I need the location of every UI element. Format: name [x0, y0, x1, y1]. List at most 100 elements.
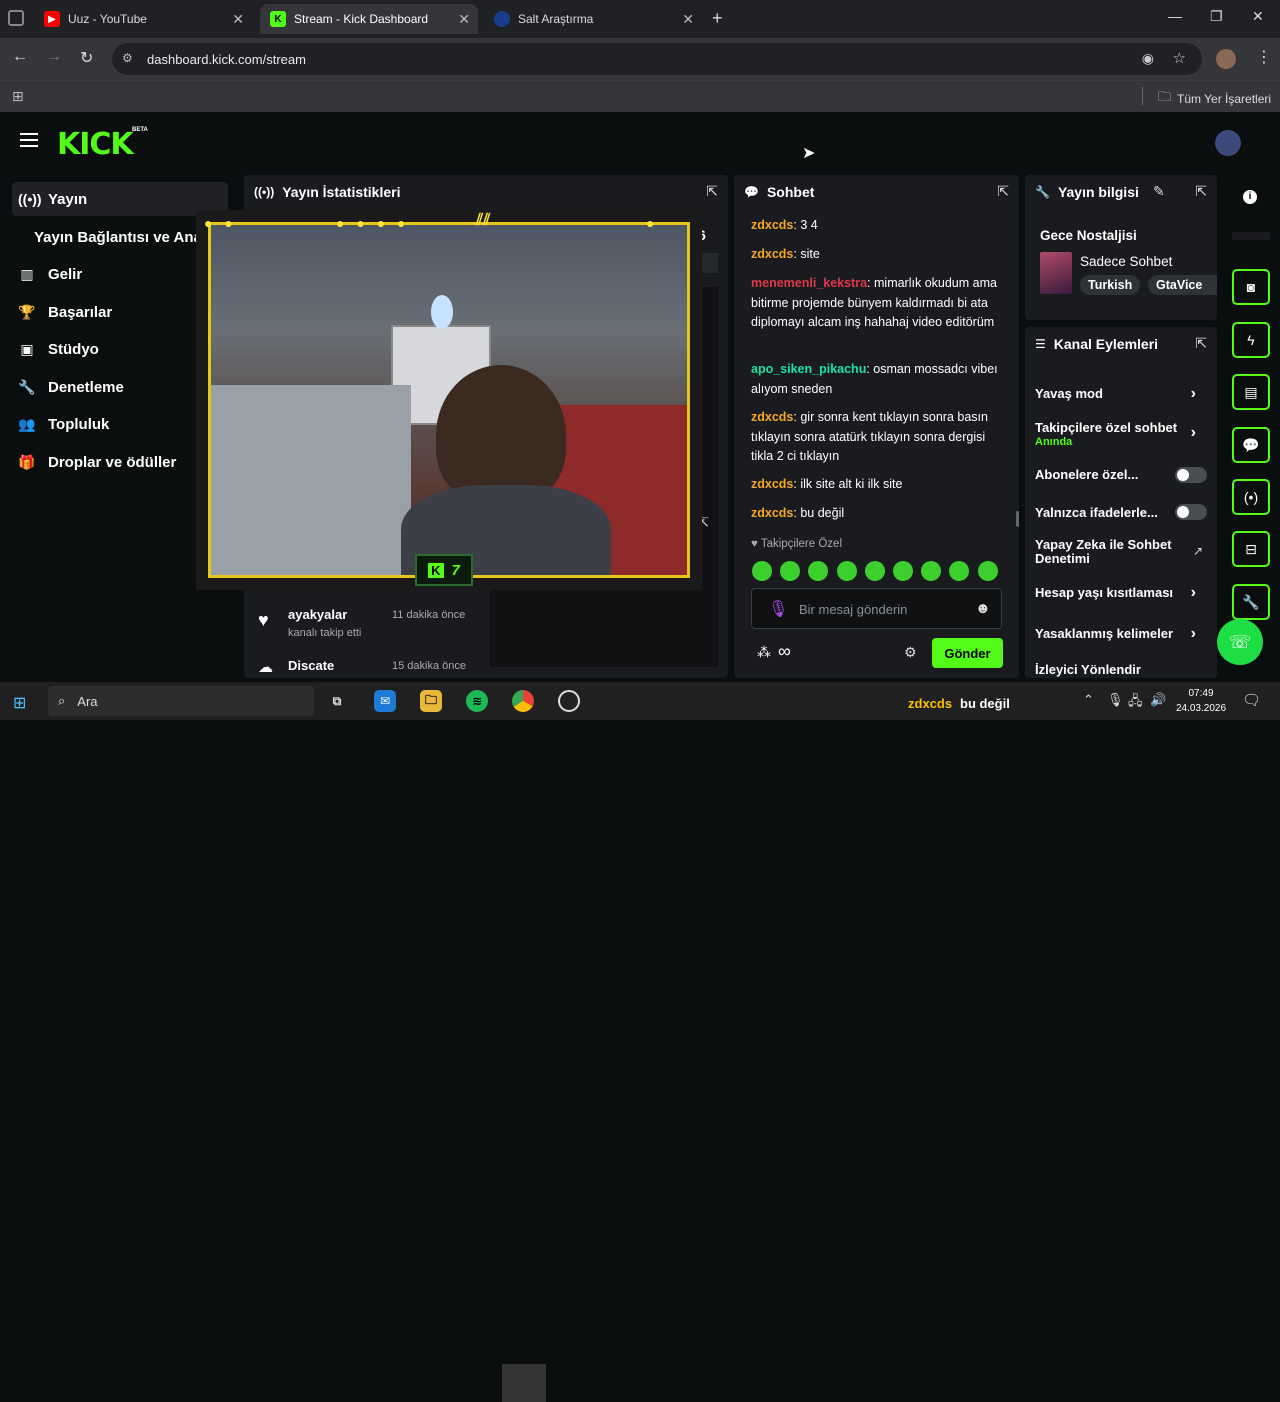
tray-chevron-icon[interactable]: ⌃: [1083, 692, 1094, 708]
emote-icon[interactable]: [921, 561, 942, 581]
file-explorer-icon[interactable]: 🗀: [420, 690, 442, 712]
popout-icon[interactable]: ⇱: [1195, 183, 1207, 200]
tab-youtube[interactable]: ▶ Uuz - YouTube ✕: [34, 4, 252, 34]
document-icon[interactable]: ▤: [1232, 374, 1270, 410]
chat-separator: :: [867, 276, 874, 290]
tab-kick-dashboard[interactable]: K Stream - Kick Dashboard ✕: [260, 4, 478, 34]
profile-avatar[interactable]: [1216, 49, 1236, 69]
chat-scrollbar[interactable]: [1016, 511, 1019, 527]
chat-username[interactable]: menemenli_kekstra: [751, 276, 867, 290]
maximize-icon[interactable]: ❐: [1210, 8, 1223, 25]
close-icon[interactable]: ✕: [232, 11, 244, 28]
emote-icon[interactable]: [893, 561, 913, 581]
chat-settings-icon[interactable]: ⚙: [904, 644, 917, 661]
ai-moderation-item[interactable]: Yapay Zeka ile Sohbet Denetimi: [1035, 538, 1185, 566]
kick-logo[interactable]: KICK: [57, 127, 134, 162]
apps-grid-icon[interactable]: ⊞: [12, 88, 24, 105]
emote-icon[interactable]: [780, 561, 801, 581]
tab-salt[interactable]: Salt Araştırma ✕: [484, 4, 702, 34]
notification-icon[interactable]: 🗨: [1242, 691, 1261, 709]
chat-username[interactable]: zdxcds: [751, 477, 793, 491]
emote-row: [752, 560, 1002, 582]
close-icon[interactable]: ✕: [458, 11, 470, 28]
chat-tokens-icon[interactable]: ⁂: [757, 644, 771, 661]
task-view-icon[interactable]: ⧉: [326, 690, 348, 712]
subscribers-only-toggle[interactable]: [1175, 467, 1207, 483]
emote-icon[interactable]: [864, 561, 885, 581]
mic-icon[interactable]: 🎙: [1107, 692, 1124, 708]
more-menu-icon[interactable]: ⋮: [1256, 47, 1272, 67]
category-thumbnail: [1040, 252, 1072, 294]
url-input[interactable]: ⚙ dashboard.kick.com/stream ◉ ☆: [112, 43, 1202, 75]
close-icon[interactable]: ✕: [682, 11, 694, 28]
reload-icon[interactable]: ↻: [80, 48, 93, 68]
layout-icon[interactable]: ⊟: [1232, 531, 1270, 567]
new-tab-icon[interactable]: +: [712, 8, 723, 29]
banned-words-item[interactable]: Yasaklanmış kelimeler ›: [1035, 625, 1210, 642]
chat-username[interactable]: apo_siken_pikachu: [751, 362, 866, 376]
chrome-icon[interactable]: [512, 690, 534, 712]
emote-icon[interactable]: [808, 561, 829, 581]
spotify-icon[interactable]: ≋: [466, 690, 488, 712]
info-icon[interactable]: i: [1243, 190, 1257, 204]
wrench-icon[interactable]: 🔧: [1232, 584, 1270, 620]
sidebar-item-label: Topluluk: [48, 415, 110, 433]
webcam-overlay: ● ● ● ● ● ● ⫽⫽ ● K 7: [196, 210, 702, 590]
volume-icon[interactable]: 🔊: [1150, 692, 1166, 708]
window-close-icon[interactable]: ✕: [1252, 8, 1264, 25]
stream-title: Gece Nostaljisi: [1040, 228, 1137, 243]
forward-icon[interactable]: →: [46, 48, 62, 66]
popout-icon[interactable]: ⇱: [706, 183, 718, 200]
site-settings-icon[interactable]: ⚙: [122, 51, 133, 65]
tab-search-icon[interactable]: [8, 10, 24, 26]
activity-desc: kanalı takip etti: [288, 627, 362, 639]
external-link-icon[interactable]: ↗: [1193, 544, 1203, 558]
popout-icon[interactable]: ⇱: [997, 183, 1009, 200]
slow-mode-item[interactable]: Yavaş mod ›: [1035, 385, 1210, 402]
minimize-icon[interactable]: —: [1168, 8, 1182, 24]
mic-icon[interactable]: 🎙: [768, 599, 788, 619]
eye-off-icon[interactable]: ◉: [1142, 50, 1154, 67]
back-icon[interactable]: ←: [12, 48, 28, 66]
chat-message: zdxcds: bu değil: [751, 504, 1007, 524]
decor-dots: ● ●: [204, 215, 237, 231]
emote-icon[interactable]: [977, 561, 998, 581]
capture-icon[interactable]: ◙: [1232, 269, 1270, 305]
chat-input[interactable]: 🎙 Bir mesaj gönderin ☻: [751, 588, 1002, 629]
popout-icon[interactable]: ⇱: [1195, 335, 1207, 352]
user-avatar[interactable]: [1215, 130, 1241, 156]
clock[interactable]: 07:49 24.03.2026: [1174, 686, 1228, 716]
bookmarks-bar: ⊞ 🗀 Tüm Yer İşaretleri: [0, 80, 1280, 112]
outlook-icon[interactable]: ✉: [374, 690, 396, 712]
emote-icon[interactable]: [949, 561, 970, 581]
broadcast-icon[interactable]: (•): [1232, 479, 1270, 515]
all-bookmarks-button[interactable]: 🗀 Tüm Yer İşaretleri: [1158, 88, 1271, 110]
chat-text: ilk site alt ki ilk site: [800, 477, 903, 491]
chat-icon[interactable]: 💬: [1232, 427, 1270, 463]
account-age-item[interactable]: Hesap yaşı kısıtlaması ›: [1035, 584, 1210, 601]
chat-title: Sohbet: [766, 184, 815, 200]
windows-start-icon[interactable]: ⊞: [13, 693, 26, 713]
network-icon[interactable]: 🖧: [1128, 692, 1143, 714]
chat-username[interactable]: zdxcds: [751, 506, 793, 520]
emote-icon[interactable]: [752, 561, 772, 581]
stats-title: Yayın İstatistikleri: [282, 184, 401, 200]
emote-icon[interactable]: [836, 561, 857, 581]
chat-username[interactable]: zdxcds: [751, 410, 793, 424]
star-icon[interactable]: ☆: [1173, 49, 1186, 67]
taskbar-search[interactable]: ⌕ Ara: [48, 686, 314, 716]
obs-icon[interactable]: [558, 690, 580, 712]
support-icon[interactable]: ☏: [1217, 619, 1263, 665]
chat-text: 3 4: [800, 218, 818, 232]
edit-icon[interactable]: ✎: [1153, 183, 1165, 200]
emotes-only-toggle[interactable]: [1175, 504, 1207, 520]
wrench-icon: 🔧: [18, 378, 36, 395]
send-button[interactable]: Gönder: [932, 638, 1003, 668]
lightning-icon[interactable]: ϟ: [1232, 322, 1270, 358]
raid-item[interactable]: İzleyici Yönlendir: [1035, 662, 1210, 677]
followers-only-chat-item[interactable]: Takipçilere özel sohbet Anında ›: [1035, 420, 1210, 450]
chat-username[interactable]: zdxcds: [751, 218, 793, 232]
hamburger-menu-icon[interactable]: [20, 133, 38, 147]
chat-username[interactable]: zdxcds: [751, 247, 793, 261]
emoji-icon[interactable]: ☻: [975, 600, 991, 617]
